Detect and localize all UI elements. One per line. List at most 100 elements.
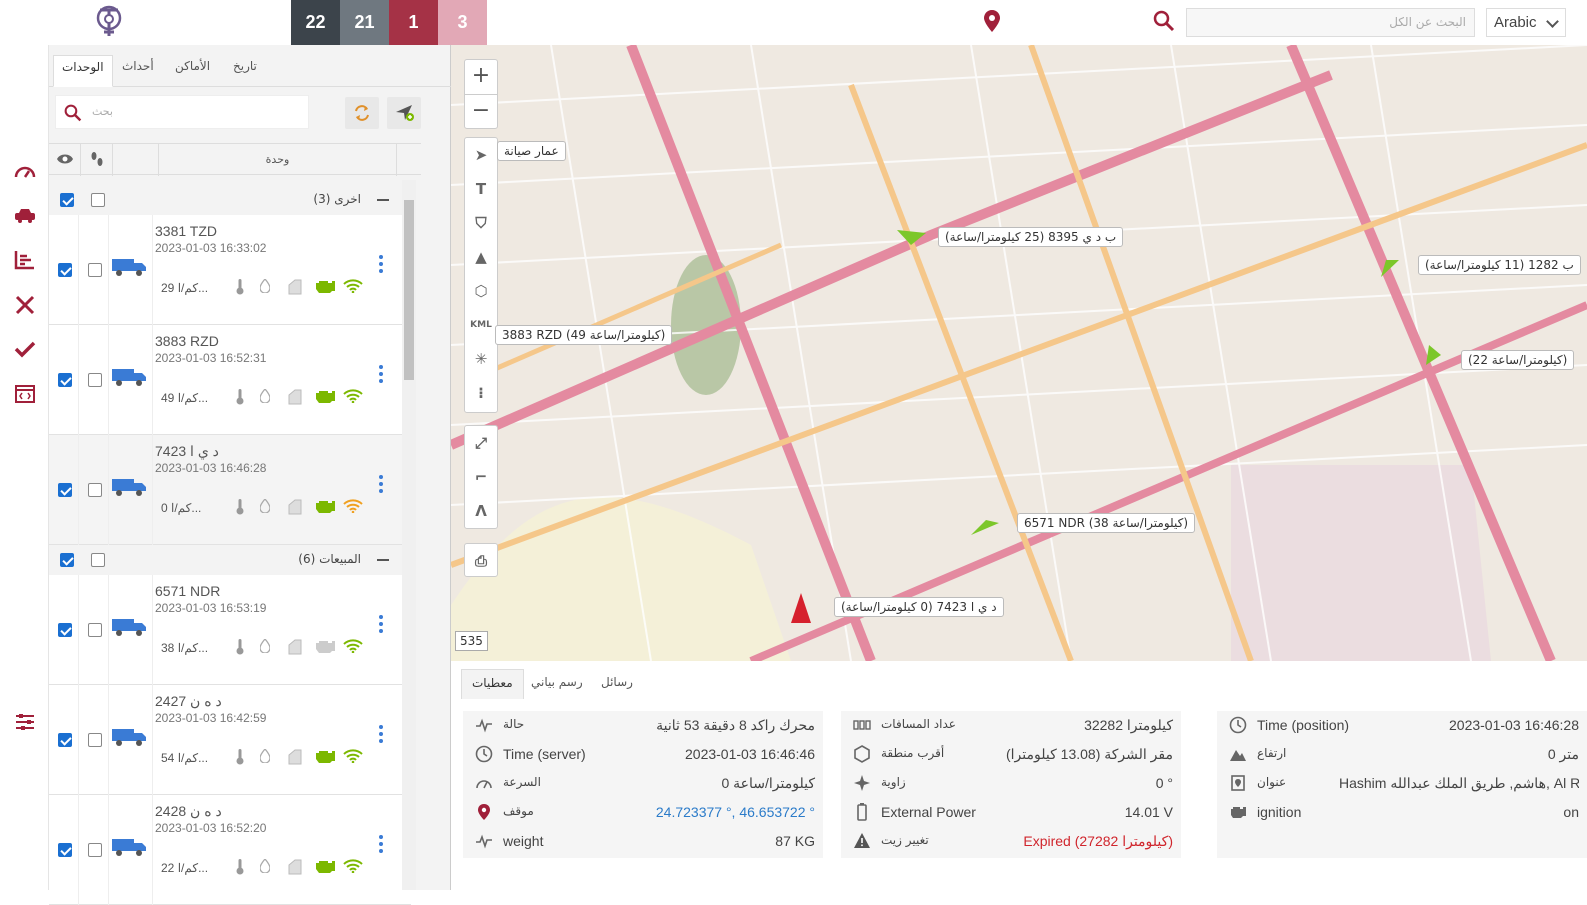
map-tools-panel: ➤ T ⛉ ▲ ⬡ KML ✳ ⁝ bbox=[464, 137, 498, 413]
fullscreen-icon[interactable]: ⤢ bbox=[465, 426, 497, 460]
tab-history[interactable]: تاريخ bbox=[225, 55, 265, 87]
unit-search-input[interactable]: بحث bbox=[55, 95, 309, 129]
group-header-sales[interactable]: (6) المبيعات bbox=[49, 545, 411, 575]
zoom-out-button[interactable]: − bbox=[465, 94, 497, 128]
unit-menu-button[interactable] bbox=[379, 365, 383, 386]
settings-sliders-icon[interactable] bbox=[13, 710, 37, 734]
unit-row[interactable]: 3381 TZD 2023-01-03 16:33:02 29 كم/ا... bbox=[49, 215, 411, 325]
map-vehicle-label-selected[interactable]: د ي ا 7423 (0 كيلومترا/ساعة) bbox=[834, 597, 1004, 617]
unit-speed: 29 كم/ا... bbox=[161, 281, 209, 295]
unit-menu-button[interactable] bbox=[379, 725, 383, 746]
group-visibility-checkbox[interactable] bbox=[60, 553, 74, 567]
unit-row[interactable]: 2427 د ه ن 2023-01-03 16:42:59 54 كم/ا..… bbox=[49, 685, 411, 795]
address-icon bbox=[1231, 775, 1245, 791]
unit-name: 3381 TZD bbox=[155, 223, 217, 239]
unit-row[interactable]: 2428 د ه ن 2023-01-03 16:52:20 22 كم/ا..… bbox=[49, 795, 411, 905]
detail-time-position: Time (position) 2023-01-03 16:46:28 bbox=[1217, 711, 1587, 740]
unit-menu-button[interactable] bbox=[379, 835, 383, 856]
unit-row-selected[interactable]: 7423 د ي ا 2023-01-03 16:46:28 0 كم/ا... bbox=[49, 435, 411, 545]
engine-icon bbox=[316, 391, 335, 403]
logo-icon[interactable] bbox=[92, 2, 126, 40]
ruler-icon[interactable]: ⌐ bbox=[465, 460, 497, 494]
units-scrollbar[interactable] bbox=[402, 180, 416, 890]
language-select[interactable]: Arabic bbox=[1486, 8, 1566, 37]
unit-menu-button[interactable] bbox=[379, 475, 383, 496]
traffic-light-icon[interactable]: ⁝ bbox=[465, 376, 497, 410]
zone-icon bbox=[854, 745, 870, 763]
code-window-icon[interactable] bbox=[13, 382, 37, 406]
chevron-down-icon bbox=[1546, 15, 1559, 28]
fuel-drop-icon bbox=[260, 639, 270, 653]
counter-alert[interactable]: 1 bbox=[389, 0, 438, 45]
map-vehicle-label[interactable]: ب 1282 (11 كيلومترا/ساعة) bbox=[1418, 255, 1581, 275]
search-icon[interactable] bbox=[1153, 10, 1175, 32]
group-follow-checkbox[interactable] bbox=[91, 193, 105, 207]
units-panel: الوحدات أحداث الأماكن تاريخ بحث وحدة (3)… bbox=[49, 45, 451, 905]
print-button[interactable]: ⎙ bbox=[464, 543, 498, 577]
group-visibility-checkbox[interactable] bbox=[60, 193, 74, 207]
eye-icon bbox=[57, 154, 73, 164]
visibility-column[interactable] bbox=[49, 144, 81, 176]
zoom-in-button[interactable]: + bbox=[465, 60, 497, 94]
search-icon bbox=[64, 104, 82, 122]
map-vehicle-label[interactable]: 3883 RZD (49 كيلومترا/ساعة) bbox=[495, 325, 673, 345]
truck-icon bbox=[112, 839, 146, 856]
tab-chart[interactable]: رسم بياني bbox=[521, 669, 593, 699]
left-navigation bbox=[0, 45, 49, 890]
map-poi-label[interactable]: عمار صيانة bbox=[497, 141, 566, 161]
unit-row[interactable]: 3883 RZD 2023-01-03 16:52:31 49 كم/ا... bbox=[49, 325, 411, 435]
follow-column[interactable] bbox=[81, 144, 113, 176]
tasks-check-icon[interactable] bbox=[13, 337, 37, 361]
map-vehicle-label[interactable]: ب د ي 8395 (25 كيلومترا/ساعة) bbox=[938, 227, 1124, 247]
pulse-icon bbox=[476, 718, 492, 733]
tab-places[interactable]: الأماكن bbox=[167, 55, 218, 87]
unit-menu-button[interactable] bbox=[379, 615, 383, 636]
truck-icon bbox=[112, 479, 146, 496]
dashboard-icon[interactable] bbox=[13, 160, 37, 184]
tab-data[interactable]: معطيات bbox=[461, 669, 524, 699]
group-follow-checkbox[interactable] bbox=[91, 553, 105, 567]
unit-timestamp: 2023-01-03 16:52:31 bbox=[155, 351, 267, 365]
navigate-icon[interactable]: ➤ bbox=[465, 138, 497, 172]
cluster-icon[interactable]: ✳ bbox=[465, 342, 497, 376]
unit-column-header[interactable]: وحدة bbox=[159, 144, 397, 176]
add-unit-button[interactable] bbox=[387, 97, 421, 129]
unit-timestamp: 2023-01-03 16:42:59 bbox=[155, 711, 267, 725]
unit-details-panel: معطيات رسم بياني رسائل حالة محرك راكد 8 د… bbox=[451, 661, 1587, 890]
polygon-icon[interactable]: ⬡ bbox=[465, 274, 497, 308]
shield-icon[interactable]: ⛉ bbox=[465, 206, 497, 240]
kml-icon[interactable]: KML bbox=[465, 308, 497, 342]
map-pin-icon[interactable] bbox=[984, 10, 1000, 32]
collapse-icon[interactable] bbox=[377, 559, 389, 561]
tab-events[interactable]: أحداث bbox=[114, 55, 162, 87]
reports-icon[interactable] bbox=[13, 248, 37, 272]
road-icon[interactable]: ▲ bbox=[465, 240, 497, 274]
global-search-input[interactable]: البحث عن الكل bbox=[1186, 8, 1475, 37]
coordinates-link[interactable]: 24.723377 °, 46.653722 ° bbox=[656, 804, 815, 820]
unit-menu-button[interactable] bbox=[379, 255, 383, 276]
unit-timestamp: 2023-01-03 16:46:28 bbox=[155, 461, 267, 475]
scrollbar-thumb[interactable] bbox=[404, 200, 414, 380]
collapse-icon[interactable] bbox=[377, 199, 389, 201]
text-tool-icon[interactable]: T bbox=[465, 172, 497, 206]
tools-icon[interactable] bbox=[13, 293, 37, 317]
unit-search-placeholder: بحث bbox=[92, 105, 113, 118]
tab-messages[interactable]: رسائل bbox=[591, 669, 643, 699]
map-view[interactable]: + − ➤ T ⛉ ▲ ⬡ KML ✳ ⁝ ⤢ ⌐ Λ ⎙ عمار صيانة… bbox=[451, 45, 1587, 661]
units-table-header: وحدة bbox=[49, 143, 421, 176]
counter-offline[interactable]: 21 bbox=[340, 0, 389, 45]
speedometer-icon bbox=[476, 780, 492, 789]
car-icon[interactable] bbox=[13, 203, 37, 227]
refresh-button[interactable] bbox=[345, 97, 379, 129]
map-vehicle-label[interactable]: (22 كيلومترا/ساعة) bbox=[1461, 350, 1575, 370]
language-label: Arabic bbox=[1494, 14, 1537, 31]
fuel-drop-icon bbox=[260, 279, 270, 293]
counter-total[interactable]: 22 bbox=[291, 0, 340, 45]
route-icon[interactable]: Λ bbox=[465, 494, 497, 528]
unit-row[interactable]: 6571 NDR 2023-01-03 16:53:19 38 كم/ا... bbox=[49, 575, 411, 685]
map-vehicle-label[interactable]: 6571 NDR (38 كيلومترا/ساعة) bbox=[1017, 513, 1196, 533]
road-number-badge: 535 bbox=[455, 631, 488, 651]
tab-units[interactable]: الوحدات bbox=[53, 55, 113, 87]
counter-warning[interactable]: 3 bbox=[438, 0, 487, 45]
group-header-other[interactable]: (3) اخرى bbox=[49, 185, 411, 215]
